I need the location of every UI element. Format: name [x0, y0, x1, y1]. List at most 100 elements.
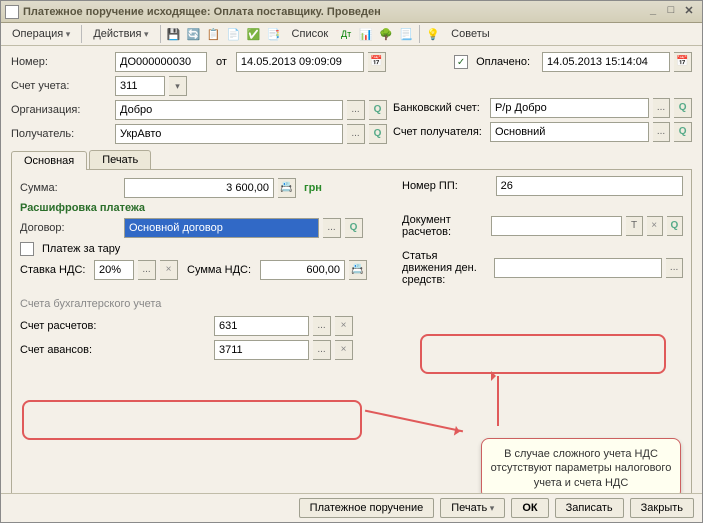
article-select[interactable]	[666, 258, 683, 278]
contract-open[interactable]	[345, 218, 363, 238]
advice-button[interactable]: Советы	[444, 25, 496, 43]
recipient-open[interactable]	[369, 124, 387, 144]
report-icon[interactable]: 📊	[357, 25, 375, 43]
sum-label: Сумма:	[20, 182, 120, 194]
actions-menu[interactable]: Действия	[86, 25, 155, 43]
bank-open[interactable]	[674, 98, 692, 118]
account-dropdown[interactable]	[169, 76, 187, 96]
dtkt-icon[interactable]: Дт	[337, 25, 355, 43]
window-icon	[5, 5, 19, 19]
acct1-clear[interactable]	[335, 316, 353, 336]
doc-clear-icon[interactable]	[647, 216, 663, 236]
tare-label: Платеж за тару	[42, 243, 120, 255]
org-label: Организация:	[11, 104, 111, 116]
goto-icon[interactable]: 📄	[225, 25, 243, 43]
recipient-input[interactable]: УкрАвто	[115, 124, 343, 144]
tab-print[interactable]: Печать	[89, 150, 151, 169]
content: Номер: ДО000000030 от 14.05.2013 09:09:0…	[1, 46, 702, 493]
decode-section: Расшифровка платежа	[20, 202, 683, 214]
copy-icon[interactable]: 📋	[205, 25, 223, 43]
tab-main[interactable]: Основная	[11, 151, 87, 170]
article-label: Статья движения ден. средств:	[402, 250, 490, 286]
acct2-select[interactable]	[313, 340, 331, 360]
basis-icon[interactable]: 📑	[265, 25, 283, 43]
account-input[interactable]: 311	[115, 76, 165, 96]
minimize-button[interactable]: _	[644, 4, 662, 20]
vat-calc-icon[interactable]	[349, 260, 367, 280]
highlight-right-area	[420, 334, 666, 374]
save-button[interactable]: Записать	[555, 498, 624, 518]
accounts-section: Счета бухгалтерского учета	[20, 298, 683, 310]
org-select[interactable]	[347, 100, 365, 120]
paid-date-input[interactable]: 14.05.2013 15:14:04	[542, 52, 670, 72]
vat-clear[interactable]	[160, 260, 178, 280]
calc-icon[interactable]	[278, 178, 296, 198]
print-button[interactable]: Печать	[440, 498, 505, 518]
window-title: Платежное поручение исходящее: Оплата по…	[23, 6, 644, 18]
org-input[interactable]: Добро	[115, 100, 343, 120]
print-order-button[interactable]: Платежное поручение	[299, 498, 435, 518]
doc-input[interactable]	[491, 216, 623, 236]
recipient-select[interactable]	[347, 124, 365, 144]
recip-acct-open[interactable]	[674, 122, 692, 142]
save-icon[interactable]: 💾	[165, 25, 183, 43]
doc-t-icon[interactable]: T	[626, 216, 642, 236]
number-input[interactable]: ДО000000030	[115, 52, 207, 72]
sum-input[interactable]: 3 600,00	[124, 178, 274, 198]
close-button[interactable]: Закрыть	[630, 498, 694, 518]
acct2-label: Счет авансов:	[20, 344, 210, 356]
refresh-icon[interactable]: 🔄	[185, 25, 203, 43]
contract-select[interactable]	[323, 218, 341, 238]
recip-acct-select[interactable]	[653, 122, 671, 142]
pp-label: Номер ПП:	[402, 180, 492, 192]
currency-label: грн	[304, 182, 322, 194]
account-label: Счет учета:	[11, 80, 111, 92]
vat-rate-label: Ставка НДС:	[20, 264, 90, 276]
arrow-left	[365, 410, 463, 433]
titlebar: Платежное поручение исходящее: Оплата по…	[1, 1, 702, 23]
contract-label: Договор:	[20, 222, 120, 234]
acct1-select[interactable]	[313, 316, 331, 336]
article-input[interactable]	[494, 258, 662, 278]
tab-main-body: Сумма: 3 600,00 грн Номер ПП: 26 Расшифр…	[11, 170, 692, 493]
from-label: от	[216, 56, 227, 68]
maximize-button[interactable]: □	[662, 4, 680, 20]
ok-button[interactable]: ОК	[511, 498, 548, 518]
tare-checkbox[interactable]	[20, 242, 34, 256]
tabs: Основная Печать	[11, 150, 692, 170]
bank-select[interactable]	[653, 98, 671, 118]
vat-sum-label: Сумма НДС:	[187, 264, 251, 276]
advice-icon[interactable]: 💡	[424, 25, 442, 43]
acct2-input[interactable]: 3711	[214, 340, 309, 360]
calendar-icon[interactable]	[368, 52, 386, 72]
struct-icon[interactable]: 🌳	[377, 25, 395, 43]
doc-open[interactable]	[667, 216, 683, 236]
number-label: Номер:	[11, 56, 111, 68]
list-button[interactable]: Список	[285, 25, 336, 43]
contract-input[interactable]: Основной договор	[124, 218, 319, 238]
recip-acct-input[interactable]: Основний	[490, 122, 649, 142]
props-icon[interactable]: 📃	[397, 25, 415, 43]
highlight-empty-area	[22, 400, 362, 440]
callout: В случае сложного учета НДС отсутствуют …	[481, 438, 681, 493]
date-input[interactable]: 14.05.2013 09:09:09	[236, 52, 364, 72]
recipient-label: Получатель:	[11, 128, 111, 140]
paid-checkbox[interactable]: ✓	[454, 55, 468, 69]
vat-select[interactable]	[138, 260, 156, 280]
toolbar: Операция Действия 💾 🔄 📋 📄 ✅ 📑 Список Дт …	[1, 23, 702, 46]
vat-sum-input[interactable]: 600,00	[260, 260, 345, 280]
acct1-label: Счет расчетов:	[20, 320, 210, 332]
doc-label: Документ расчетов:	[402, 214, 487, 238]
operation-menu[interactable]: Операция	[5, 25, 77, 43]
pp-input[interactable]: 26	[496, 176, 683, 196]
bank-label: Банковский счет:	[393, 102, 486, 114]
bank-input[interactable]: Р/р Добро	[490, 98, 649, 118]
acct1-input[interactable]: 631	[214, 316, 309, 336]
vat-rate-input[interactable]: 20%	[94, 260, 134, 280]
close-button[interactable]: ✕	[680, 4, 698, 20]
footer: Платежное поручение Печать ОК Записать З…	[1, 493, 702, 522]
calendar-icon[interactable]	[674, 52, 692, 72]
post-icon[interactable]: ✅	[245, 25, 263, 43]
acct2-clear[interactable]	[335, 340, 353, 360]
org-open[interactable]	[369, 100, 387, 120]
